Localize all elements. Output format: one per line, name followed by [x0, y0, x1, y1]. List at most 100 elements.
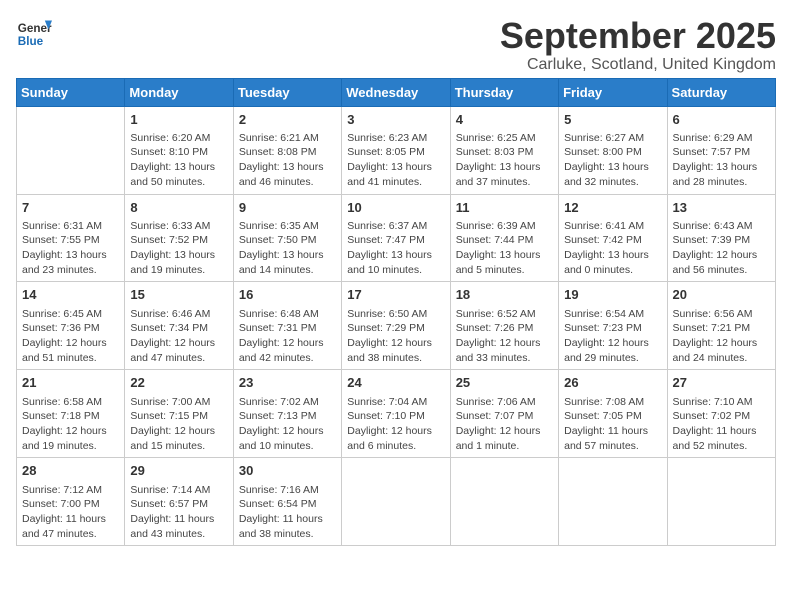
calendar-day-3: 3 Sunrise: 6:23 AM Sunset: 8:05 PM Daylig… — [342, 106, 450, 194]
day-info: Sunrise: 6:41 AM Sunset: 7:42 PM Dayligh… — [564, 220, 649, 276]
column-header-saturday: Saturday — [667, 78, 775, 106]
day-number: 4 — [456, 111, 553, 129]
day-info: Sunrise: 6:33 AM Sunset: 7:52 PM Dayligh… — [130, 220, 215, 276]
calendar-table: SundayMondayTuesdayWednesdayThursdayFrid… — [16, 78, 776, 547]
column-header-friday: Friday — [559, 78, 667, 106]
calendar-day-22: 22Sunrise: 7:00 AM Sunset: 7:15 PM Dayli… — [125, 370, 233, 458]
day-info: Sunrise: 6:48 AM Sunset: 7:31 PM Dayligh… — [239, 308, 324, 364]
calendar-day-25: 25 Sunrise: 7:06 AM Sunset: 7:07 PM Dayli… — [450, 370, 558, 458]
day-number: 23 — [239, 374, 336, 392]
day-info: Sunrise: 7:00 AM Sunset: 7:15 PM Dayligh… — [130, 396, 215, 452]
calendar-week-row: 1Sunrise: 6:20 AM Sunset: 8:10 PM Daylig… — [17, 106, 776, 194]
day-number: 3 — [347, 111, 444, 129]
calendar-day-14: 14 Sunrise: 6:45 AM Sunset: 7:36 PM Dayli… — [17, 282, 125, 370]
calendar-week-row: 14 Sunrise: 6:45 AM Sunset: 7:36 PM Dayli… — [17, 282, 776, 370]
calendar-day-12: 12 Sunrise: 6:41 AM Sunset: 7:42 PM Dayli… — [559, 194, 667, 282]
day-info: Sunrise: 6:21 AM Sunset: 8:08 PM Dayligh… — [239, 132, 324, 188]
day-number: 11 — [456, 199, 553, 217]
day-info: Sunrise: 6:46 AM Sunset: 7:34 PM Dayligh… — [130, 308, 215, 364]
day-number: 25 — [456, 374, 553, 392]
column-header-monday: Monday — [125, 78, 233, 106]
day-number: 28 — [22, 462, 119, 480]
location-title: Carluke, Scotland, United Kingdom — [500, 56, 776, 74]
calendar-day-8: 8 Sunrise: 6:33 AM Sunset: 7:52 PM Daylig… — [125, 194, 233, 282]
day-number: 30 — [239, 462, 336, 480]
month-title: September 2025 — [500, 16, 776, 56]
day-info: Sunrise: 6:25 AM Sunset: 8:03 PM Dayligh… — [456, 132, 541, 188]
calendar-week-row: 28 Sunrise: 7:12 AM Sunset: 7:00 PM Dayli… — [17, 458, 776, 546]
svg-text:Blue: Blue — [18, 35, 44, 48]
day-number: 9 — [239, 199, 336, 217]
calendar-day-5: 5 Sunrise: 6:27 AM Sunset: 8:00 PM Daylig… — [559, 106, 667, 194]
logo-icon: General Blue — [16, 16, 52, 52]
calendar-day-13: 13 Sunrise: 6:43 AM Sunset: 7:39 PM Dayli… — [667, 194, 775, 282]
calendar-day-empty — [342, 458, 450, 546]
day-info: Sunrise: 6:23 AM Sunset: 8:05 PM Dayligh… — [347, 132, 432, 188]
day-info: Sunrise: 7:02 AM Sunset: 7:13 PM Dayligh… — [239, 396, 324, 452]
calendar-day-empty — [17, 106, 125, 194]
day-info: Sunrise: 7:10 AM Sunset: 7:02 PM Dayligh… — [673, 396, 757, 452]
day-info: Sunrise: 6:58 AM Sunset: 7:18 PM Dayligh… — [22, 396, 107, 452]
logo: General Blue — [16, 16, 52, 52]
column-header-tuesday: Tuesday — [233, 78, 341, 106]
day-info: Sunrise: 6:56 AM Sunset: 7:21 PM Dayligh… — [673, 308, 758, 364]
calendar-week-row: 7Sunrise: 6:31 AM Sunset: 7:55 PM Daylig… — [17, 194, 776, 282]
column-header-sunday: Sunday — [17, 78, 125, 106]
day-info: Sunrise: 6:27 AM Sunset: 8:00 PM Dayligh… — [564, 132, 649, 188]
calendar-day-18: 18Sunrise: 6:52 AM Sunset: 7:26 PM Dayli… — [450, 282, 558, 370]
column-header-wednesday: Wednesday — [342, 78, 450, 106]
day-number: 29 — [130, 462, 227, 480]
calendar-day-2: 2 Sunrise: 6:21 AM Sunset: 8:08 PM Daylig… — [233, 106, 341, 194]
day-info: Sunrise: 7:04 AM Sunset: 7:10 PM Dayligh… — [347, 396, 432, 452]
day-info: Sunrise: 6:54 AM Sunset: 7:23 PM Dayligh… — [564, 308, 649, 364]
day-info: Sunrise: 7:16 AM Sunset: 6:54 PM Dayligh… — [239, 484, 323, 540]
day-number: 12 — [564, 199, 661, 217]
day-info: Sunrise: 6:43 AM Sunset: 7:39 PM Dayligh… — [673, 220, 758, 276]
day-number: 16 — [239, 286, 336, 304]
page-header: General Blue September 2025 Carluke, Sco… — [16, 16, 776, 74]
day-info: Sunrise: 7:06 AM Sunset: 7:07 PM Dayligh… — [456, 396, 541, 452]
day-number: 5 — [564, 111, 661, 129]
calendar-week-row: 21Sunrise: 6:58 AM Sunset: 7:18 PM Dayli… — [17, 370, 776, 458]
day-number: 6 — [673, 111, 770, 129]
calendar-day-17: 17 Sunrise: 6:50 AM Sunset: 7:29 PM Dayli… — [342, 282, 450, 370]
day-number: 24 — [347, 374, 444, 392]
calendar-day-16: 16 Sunrise: 6:48 AM Sunset: 7:31 PM Dayli… — [233, 282, 341, 370]
day-number: 8 — [130, 199, 227, 217]
day-number: 13 — [673, 199, 770, 217]
day-info: Sunrise: 6:45 AM Sunset: 7:36 PM Dayligh… — [22, 308, 107, 364]
calendar-day-28: 28 Sunrise: 7:12 AM Sunset: 7:00 PM Dayli… — [17, 458, 125, 546]
calendar-day-empty — [559, 458, 667, 546]
day-number: 1 — [130, 111, 227, 129]
calendar-day-11: 11Sunrise: 6:39 AM Sunset: 7:44 PM Dayli… — [450, 194, 558, 282]
calendar-day-23: 23 Sunrise: 7:02 AM Sunset: 7:13 PM Dayli… — [233, 370, 341, 458]
day-info: Sunrise: 7:14 AM Sunset: 6:57 PM Dayligh… — [130, 484, 214, 540]
calendar-day-21: 21Sunrise: 6:58 AM Sunset: 7:18 PM Dayli… — [17, 370, 125, 458]
calendar-day-26: 26 Sunrise: 7:08 AM Sunset: 7:05 PM Dayli… — [559, 370, 667, 458]
calendar-day-7: 7Sunrise: 6:31 AM Sunset: 7:55 PM Daylig… — [17, 194, 125, 282]
calendar-header-row: SundayMondayTuesdayWednesdayThursdayFrid… — [17, 78, 776, 106]
day-info: Sunrise: 6:50 AM Sunset: 7:29 PM Dayligh… — [347, 308, 432, 364]
day-number: 14 — [22, 286, 119, 304]
calendar-day-9: 9 Sunrise: 6:35 AM Sunset: 7:50 PM Daylig… — [233, 194, 341, 282]
calendar-day-27: 27 Sunrise: 7:10 AM Sunset: 7:02 PM Dayli… — [667, 370, 775, 458]
day-number: 2 — [239, 111, 336, 129]
calendar-day-30: 30 Sunrise: 7:16 AM Sunset: 6:54 PM Dayli… — [233, 458, 341, 546]
day-number: 10 — [347, 199, 444, 217]
calendar-day-20: 20Sunrise: 6:56 AM Sunset: 7:21 PM Dayli… — [667, 282, 775, 370]
title-block: September 2025 Carluke, Scotland, United… — [500, 16, 776, 74]
day-info: Sunrise: 6:31 AM Sunset: 7:55 PM Dayligh… — [22, 220, 107, 276]
calendar-day-19: 19 Sunrise: 6:54 AM Sunset: 7:23 PM Dayli… — [559, 282, 667, 370]
day-number: 18 — [456, 286, 553, 304]
calendar-day-15: 15Sunrise: 6:46 AM Sunset: 7:34 PM Dayli… — [125, 282, 233, 370]
column-header-thursday: Thursday — [450, 78, 558, 106]
day-number: 19 — [564, 286, 661, 304]
day-info: Sunrise: 7:12 AM Sunset: 7:00 PM Dayligh… — [22, 484, 106, 540]
day-number: 26 — [564, 374, 661, 392]
day-info: Sunrise: 6:29 AM Sunset: 7:57 PM Dayligh… — [673, 132, 758, 188]
day-number: 27 — [673, 374, 770, 392]
day-number: 17 — [347, 286, 444, 304]
day-info: Sunrise: 7:08 AM Sunset: 7:05 PM Dayligh… — [564, 396, 648, 452]
day-info: Sunrise: 6:35 AM Sunset: 7:50 PM Dayligh… — [239, 220, 324, 276]
calendar-day-24: 24 Sunrise: 7:04 AM Sunset: 7:10 PM Dayli… — [342, 370, 450, 458]
